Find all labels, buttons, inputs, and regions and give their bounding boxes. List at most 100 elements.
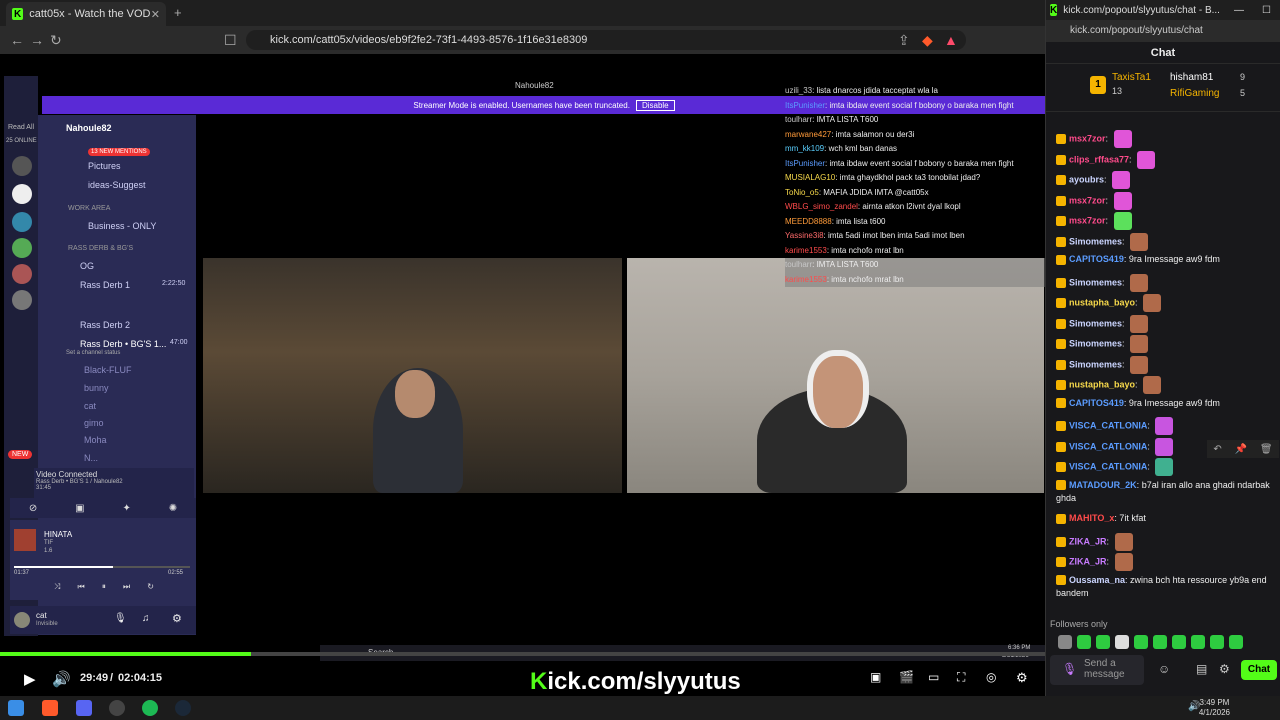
server-icon[interactable] — [12, 212, 32, 232]
activities-icon[interactable]: ✦ — [122, 503, 130, 514]
chat-message[interactable]: msx7zor: — [1056, 212, 1276, 230]
camera-off-icon[interactable]: ⊘ — [29, 503, 37, 514]
chat-username[interactable]: Simomemes — [1069, 318, 1122, 328]
chat-message[interactable]: VISCA_CATLONIA: — [1056, 417, 1276, 435]
mic-icon[interactable]: 🎙 — [114, 613, 127, 624]
delete-icon[interactable]: 🗑 — [1260, 444, 1273, 455]
steam-icon[interactable] — [175, 700, 191, 716]
emote-icon[interactable] — [1130, 335, 1149, 353]
headphones-icon[interactable]: ♫ — [142, 613, 150, 624]
share-icon[interactable]: ⇪ — [898, 32, 910, 49]
volume-icon[interactable]: 🔊 — [52, 670, 71, 688]
server-icon[interactable] — [12, 184, 32, 204]
voice-user[interactable]: bunny — [84, 383, 109, 393]
emote-icon[interactable] — [1114, 532, 1133, 551]
chat-message[interactable]: Simomemes: — [1056, 335, 1276, 353]
screen-share-icon[interactable]: ▣ — [75, 503, 84, 514]
chat-message[interactable]: CAPITOS419: 9ra Imessage aw9 fdm — [1056, 253, 1276, 266]
emote-icon[interactable] — [1114, 553, 1133, 571]
chat-username[interactable]: Simomemes — [1069, 359, 1122, 369]
chat-message[interactable]: Simomemes: — [1056, 232, 1276, 251]
tab-vod[interactable]: K catt05x - Watch the VOD on Kick ✕ — [6, 2, 166, 26]
emote-icon[interactable] — [1210, 635, 1224, 649]
emote-icon[interactable] — [1113, 191, 1132, 210]
emote-icon[interactable] — [1130, 314, 1149, 333]
channel-ideas[interactable]: ideas-Suggest — [88, 180, 146, 190]
windows-start-icon[interactable] — [8, 700, 24, 716]
emote-icon[interactable] — [1191, 635, 1205, 649]
chat-message[interactable]: Oussama_na: zwina bch hta ressource yb9a… — [1056, 574, 1276, 600]
chat-message[interactable]: nustapha_bayo: — [1056, 294, 1276, 312]
channel-rass-derb-1[interactable]: Rass Derb 1 — [80, 280, 130, 290]
chat-username[interactable]: CAPITOS419 — [1069, 254, 1124, 264]
chat-username[interactable]: CAPITOS419 — [1069, 398, 1124, 408]
chat-message[interactable]: ayoubrs: — [1056, 171, 1276, 189]
emote-icon[interactable] — [1172, 635, 1186, 649]
chat-message[interactable]: MATADOUR_2K: b7al iran allo ana ghadi nd… — [1056, 479, 1276, 505]
rewards-icon[interactable]: ▲ — [944, 32, 958, 48]
server-icon[interactable] — [12, 290, 32, 310]
chat-message[interactable]: msx7zor: — [1056, 130, 1276, 148]
emote-icon[interactable] — [1134, 635, 1148, 649]
next-icon[interactable]: ⏭ — [123, 582, 130, 592]
chat-message[interactable]: Simomemes: — [1056, 355, 1276, 374]
channel-rass-derb-2[interactable]: Rass Derb 2 — [80, 320, 130, 330]
emote-icon[interactable] — [1112, 171, 1131, 189]
leader-name[interactable]: TaxisTa1 — [1112, 72, 1151, 83]
repeat-icon[interactable]: ↻ — [147, 582, 154, 592]
emote-icon[interactable] — [1137, 150, 1156, 169]
emote-icon[interactable] — [1113, 212, 1132, 230]
chat-message[interactable]: ZIKA_JR: — [1056, 553, 1276, 571]
server-icon[interactable] — [12, 238, 32, 258]
pin-icon[interactable]: 📌 — [1235, 444, 1247, 455]
reload-icon[interactable]: ↻ — [50, 32, 62, 49]
theater-icon[interactable]: ▭ — [928, 670, 939, 684]
pause-icon[interactable]: ⏸ — [102, 582, 106, 592]
chat-send-button[interactable]: Chat — [1241, 660, 1277, 680]
chat-message[interactable]: msx7zor: — [1056, 191, 1276, 210]
back-icon[interactable]: ← — [10, 32, 24, 48]
emote-icon[interactable] — [1143, 376, 1162, 394]
chat-username[interactable]: nustapha_bayo — [1069, 297, 1135, 307]
taskbar-clock[interactable]: 3:49 PM 4/1/2026 — [1199, 698, 1230, 718]
emote-icon[interactable] — [1130, 273, 1149, 292]
disable-button[interactable]: Disable — [635, 99, 675, 111]
category-rass-derb[interactable]: RASS DERB & BG'S — [68, 245, 133, 252]
server-icon[interactable] — [12, 156, 32, 176]
soundboard-icon[interactable]: ✺ — [169, 503, 177, 514]
emote-icon[interactable] — [1143, 294, 1162, 312]
chat-username[interactable]: MAHITO_x — [1069, 513, 1114, 523]
maximize-icon[interactable]: ☐ — [1262, 5, 1271, 16]
emoji-icon[interactable]: ☺ — [1158, 662, 1170, 676]
chat-message[interactable]: VISCA_CATLONIA: — [1056, 458, 1276, 476]
shuffle-icon[interactable]: ⤨ — [54, 582, 60, 592]
voice-user[interactable]: cat — [84, 401, 96, 411]
new-tab-icon[interactable]: + — [174, 5, 182, 20]
settings-icon[interactable]: ⚙ — [1016, 670, 1028, 686]
brave-shield-icon[interactable]: ◆ — [922, 32, 933, 49]
mic-icon[interactable]: 🎙 — [1062, 662, 1077, 676]
mentions-badge[interactable]: 13 NEW MENTIONS — [88, 148, 150, 156]
chat-username[interactable]: msx7zor — [1069, 215, 1106, 225]
voice-user[interactable]: Moha — [84, 435, 107, 445]
chat-message[interactable]: ZIKA_JR: — [1056, 532, 1276, 551]
emote-icon[interactable] — [1058, 635, 1072, 649]
video-progress-bar[interactable] — [0, 652, 1045, 656]
track-progress[interactable] — [14, 566, 190, 568]
server-icon[interactable] — [12, 264, 32, 284]
popout-url[interactable]: kick.com/popout/slyyutus/chat — [1046, 20, 1280, 42]
channel-status[interactable]: Set a channel status — [66, 350, 120, 356]
chat-message[interactable]: nustapha_bayo: — [1056, 376, 1276, 394]
chat-username[interactable]: ayoubrs — [1069, 174, 1104, 184]
emote-icon[interactable] — [1115, 635, 1129, 649]
chat-username[interactable]: clips_rffasa77 — [1069, 154, 1129, 164]
emote-icon[interactable] — [1130, 355, 1149, 374]
settings-icon[interactable]: ⚙ — [172, 612, 182, 625]
chat-username[interactable]: msx7zor — [1069, 133, 1106, 143]
voice-user[interactable]: gimo — [84, 418, 104, 428]
emote-icon[interactable] — [1155, 458, 1174, 476]
obs-icon[interactable] — [109, 700, 125, 716]
chat-username[interactable]: Oussama_na — [1069, 575, 1125, 585]
emote-icon[interactable] — [1155, 417, 1174, 435]
voice-user[interactable]: Black-FLUF — [84, 365, 132, 375]
